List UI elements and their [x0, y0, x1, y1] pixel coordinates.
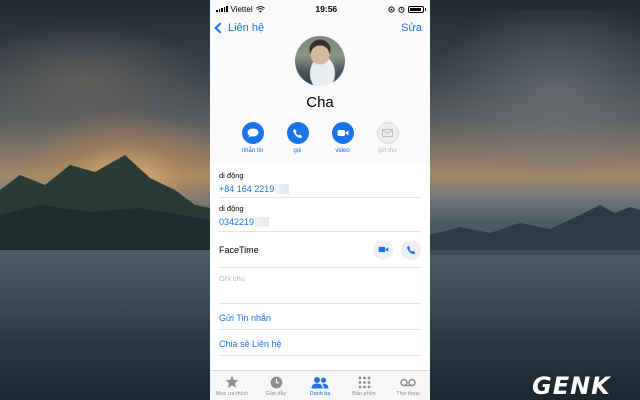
message-icon	[241, 122, 264, 144]
voicemail-icon	[400, 375, 416, 390]
tab-voicemail[interactable]: Thư thoại	[386, 375, 430, 397]
video-icon	[378, 246, 388, 253]
tab-contacts-label: Danh bạ	[309, 390, 331, 397]
phone-value-1[interactable]: +84 164 2219	[219, 184, 421, 194]
mail-action-button[interactable]: gửi thư	[368, 122, 408, 154]
status-time: 19:56	[315, 4, 338, 14]
mail-action-label: gửi thư	[377, 148, 398, 154]
redacted-digits	[255, 217, 270, 227]
contact-details: di động +84 164 2219 di động 0342219 Fac…	[210, 165, 430, 356]
facetime-video-button[interactable]	[373, 239, 393, 260]
wallpaper-mountains-left	[0, 155, 210, 250]
phone-number-1: +84 164 2219	[219, 184, 275, 194]
phone-icon	[286, 122, 309, 144]
message-action-button[interactable]: nhắn tin	[233, 122, 273, 154]
contact-header: Liên hệ Sửa Cha nhắn tin gọi video gửi t…	[210, 18, 430, 165]
tab-recents-label: Gần đây	[265, 390, 287, 397]
alarm-icon	[398, 6, 405, 13]
video-action-button[interactable]: video	[323, 122, 363, 154]
mail-icon	[376, 122, 399, 144]
wallpaper-clouds-right	[430, 10, 640, 190]
facetime-row: FaceTime	[219, 232, 421, 268]
phone-number-2: 0342219	[219, 217, 255, 227]
genk-watermark-logo: GENK	[532, 372, 611, 400]
tab-recents[interactable]: Gần đây	[254, 375, 298, 397]
tab-keypad[interactable]: Bàn phím	[342, 375, 386, 397]
signal-icon	[216, 6, 228, 12]
wifi-icon	[255, 5, 265, 13]
facetime-audio-button[interactable]	[401, 239, 421, 260]
back-label: Liên hệ	[228, 22, 265, 34]
edit-button[interactable]: Sửa	[401, 22, 422, 34]
facetime-label: FaceTime	[219, 244, 259, 255]
back-button[interactable]: Liên hệ	[214, 22, 265, 34]
chevron-left-icon	[214, 22, 226, 34]
clock-icon	[270, 375, 283, 390]
phone-label-2: di động	[219, 204, 244, 213]
share-contact-link[interactable]: Chia sẻ Liên hệ	[219, 330, 421, 356]
star-icon	[225, 375, 239, 390]
contact-name: Cha	[306, 94, 334, 111]
keypad-icon	[358, 375, 371, 390]
tab-keypad-label: Bàn phím	[352, 390, 376, 397]
status-bar: Viettel 19:56	[210, 0, 430, 18]
status-right	[388, 5, 426, 13]
phone-field-2[interactable]: di động 0342219	[219, 198, 421, 232]
phone-screen: Viettel 19:56 Liên hệ Sửa Cha nhắn tin g…	[210, 0, 430, 400]
phone-field-1[interactable]: di động +84 164 2219	[219, 165, 421, 198]
contacts-icon	[311, 375, 329, 390]
send-message-link[interactable]: Gửi Tin nhắn	[219, 304, 421, 330]
video-icon	[331, 122, 354, 144]
contact-avatar	[295, 36, 345, 86]
rotation-lock-icon	[388, 5, 395, 13]
phone-icon	[406, 245, 416, 254]
call-action-label: gọi	[293, 148, 302, 154]
message-action-label: nhắn tin	[241, 148, 264, 154]
phone-value-2[interactable]: 0342219	[219, 217, 421, 227]
redacted-digits	[275, 184, 290, 194]
notes-field[interactable]: Ghi chú	[219, 268, 421, 304]
status-left: Viettel	[216, 5, 265, 14]
facetime-buttons	[373, 239, 421, 260]
carrier-name: Viettel	[230, 4, 253, 14]
notes-placeholder: Ghi chú	[219, 274, 245, 283]
tab-favorites[interactable]: Mục ưa thích	[210, 375, 254, 397]
quick-actions: nhắn tin gọi video gửi thư	[210, 122, 430, 154]
phone-label-1: di động	[219, 171, 244, 180]
tab-bar: Mục ưa thích Gần đây Danh bạ Bàn phím Th…	[210, 370, 430, 400]
tab-voicemail-label: Thư thoại	[396, 390, 420, 397]
wallpaper-mountains-right	[430, 205, 640, 255]
tab-contacts[interactable]: Danh bạ	[298, 375, 342, 397]
battery-icon	[408, 5, 426, 13]
tab-favorites-label: Mục ưa thích	[215, 390, 249, 397]
video-action-label: video	[335, 148, 350, 154]
call-action-button[interactable]: gọi	[278, 122, 318, 154]
